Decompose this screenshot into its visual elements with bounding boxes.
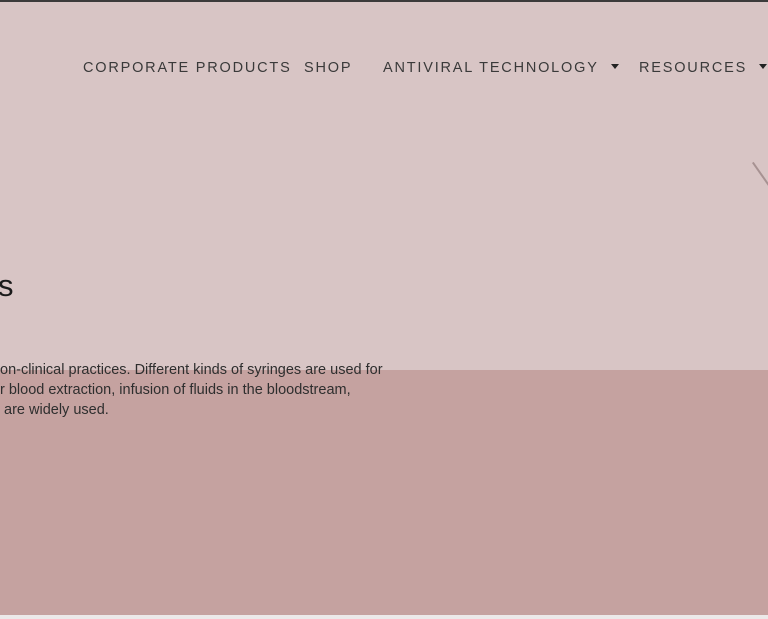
hero-description: on-clinical practices. Different kinds o… (0, 360, 420, 420)
description-line: are widely used. (0, 402, 109, 418)
page-heading: s (0, 268, 14, 303)
nav-item-label: CORPORATE PRODUCTS (83, 60, 292, 76)
nav-item-corporate-products[interactable]: CORPORATE PRODUCTS (83, 60, 292, 76)
caret-down-icon (610, 64, 619, 69)
nav-item-antiviral-technology[interactable]: ANTIVIRAL TECHNOLOGY (383, 60, 619, 76)
top-border (0, 0, 768, 2)
nav-item-label: RESOURCES (639, 60, 748, 76)
bottom-strip (0, 615, 768, 619)
nav-item-label: ANTIVIRAL TECHNOLOGY (383, 60, 599, 76)
caret-down-icon (759, 64, 768, 69)
description-line: on-clinical practices. Different kinds o… (0, 362, 383, 378)
description-line: r blood extraction, infusion of fluids i… (0, 382, 351, 398)
decorative-line (752, 161, 768, 190)
nav-item-shop[interactable]: SHOP (304, 60, 352, 76)
nav-item-resources[interactable]: RESOURCES (639, 60, 768, 76)
nav-item-label: SHOP (304, 60, 353, 76)
